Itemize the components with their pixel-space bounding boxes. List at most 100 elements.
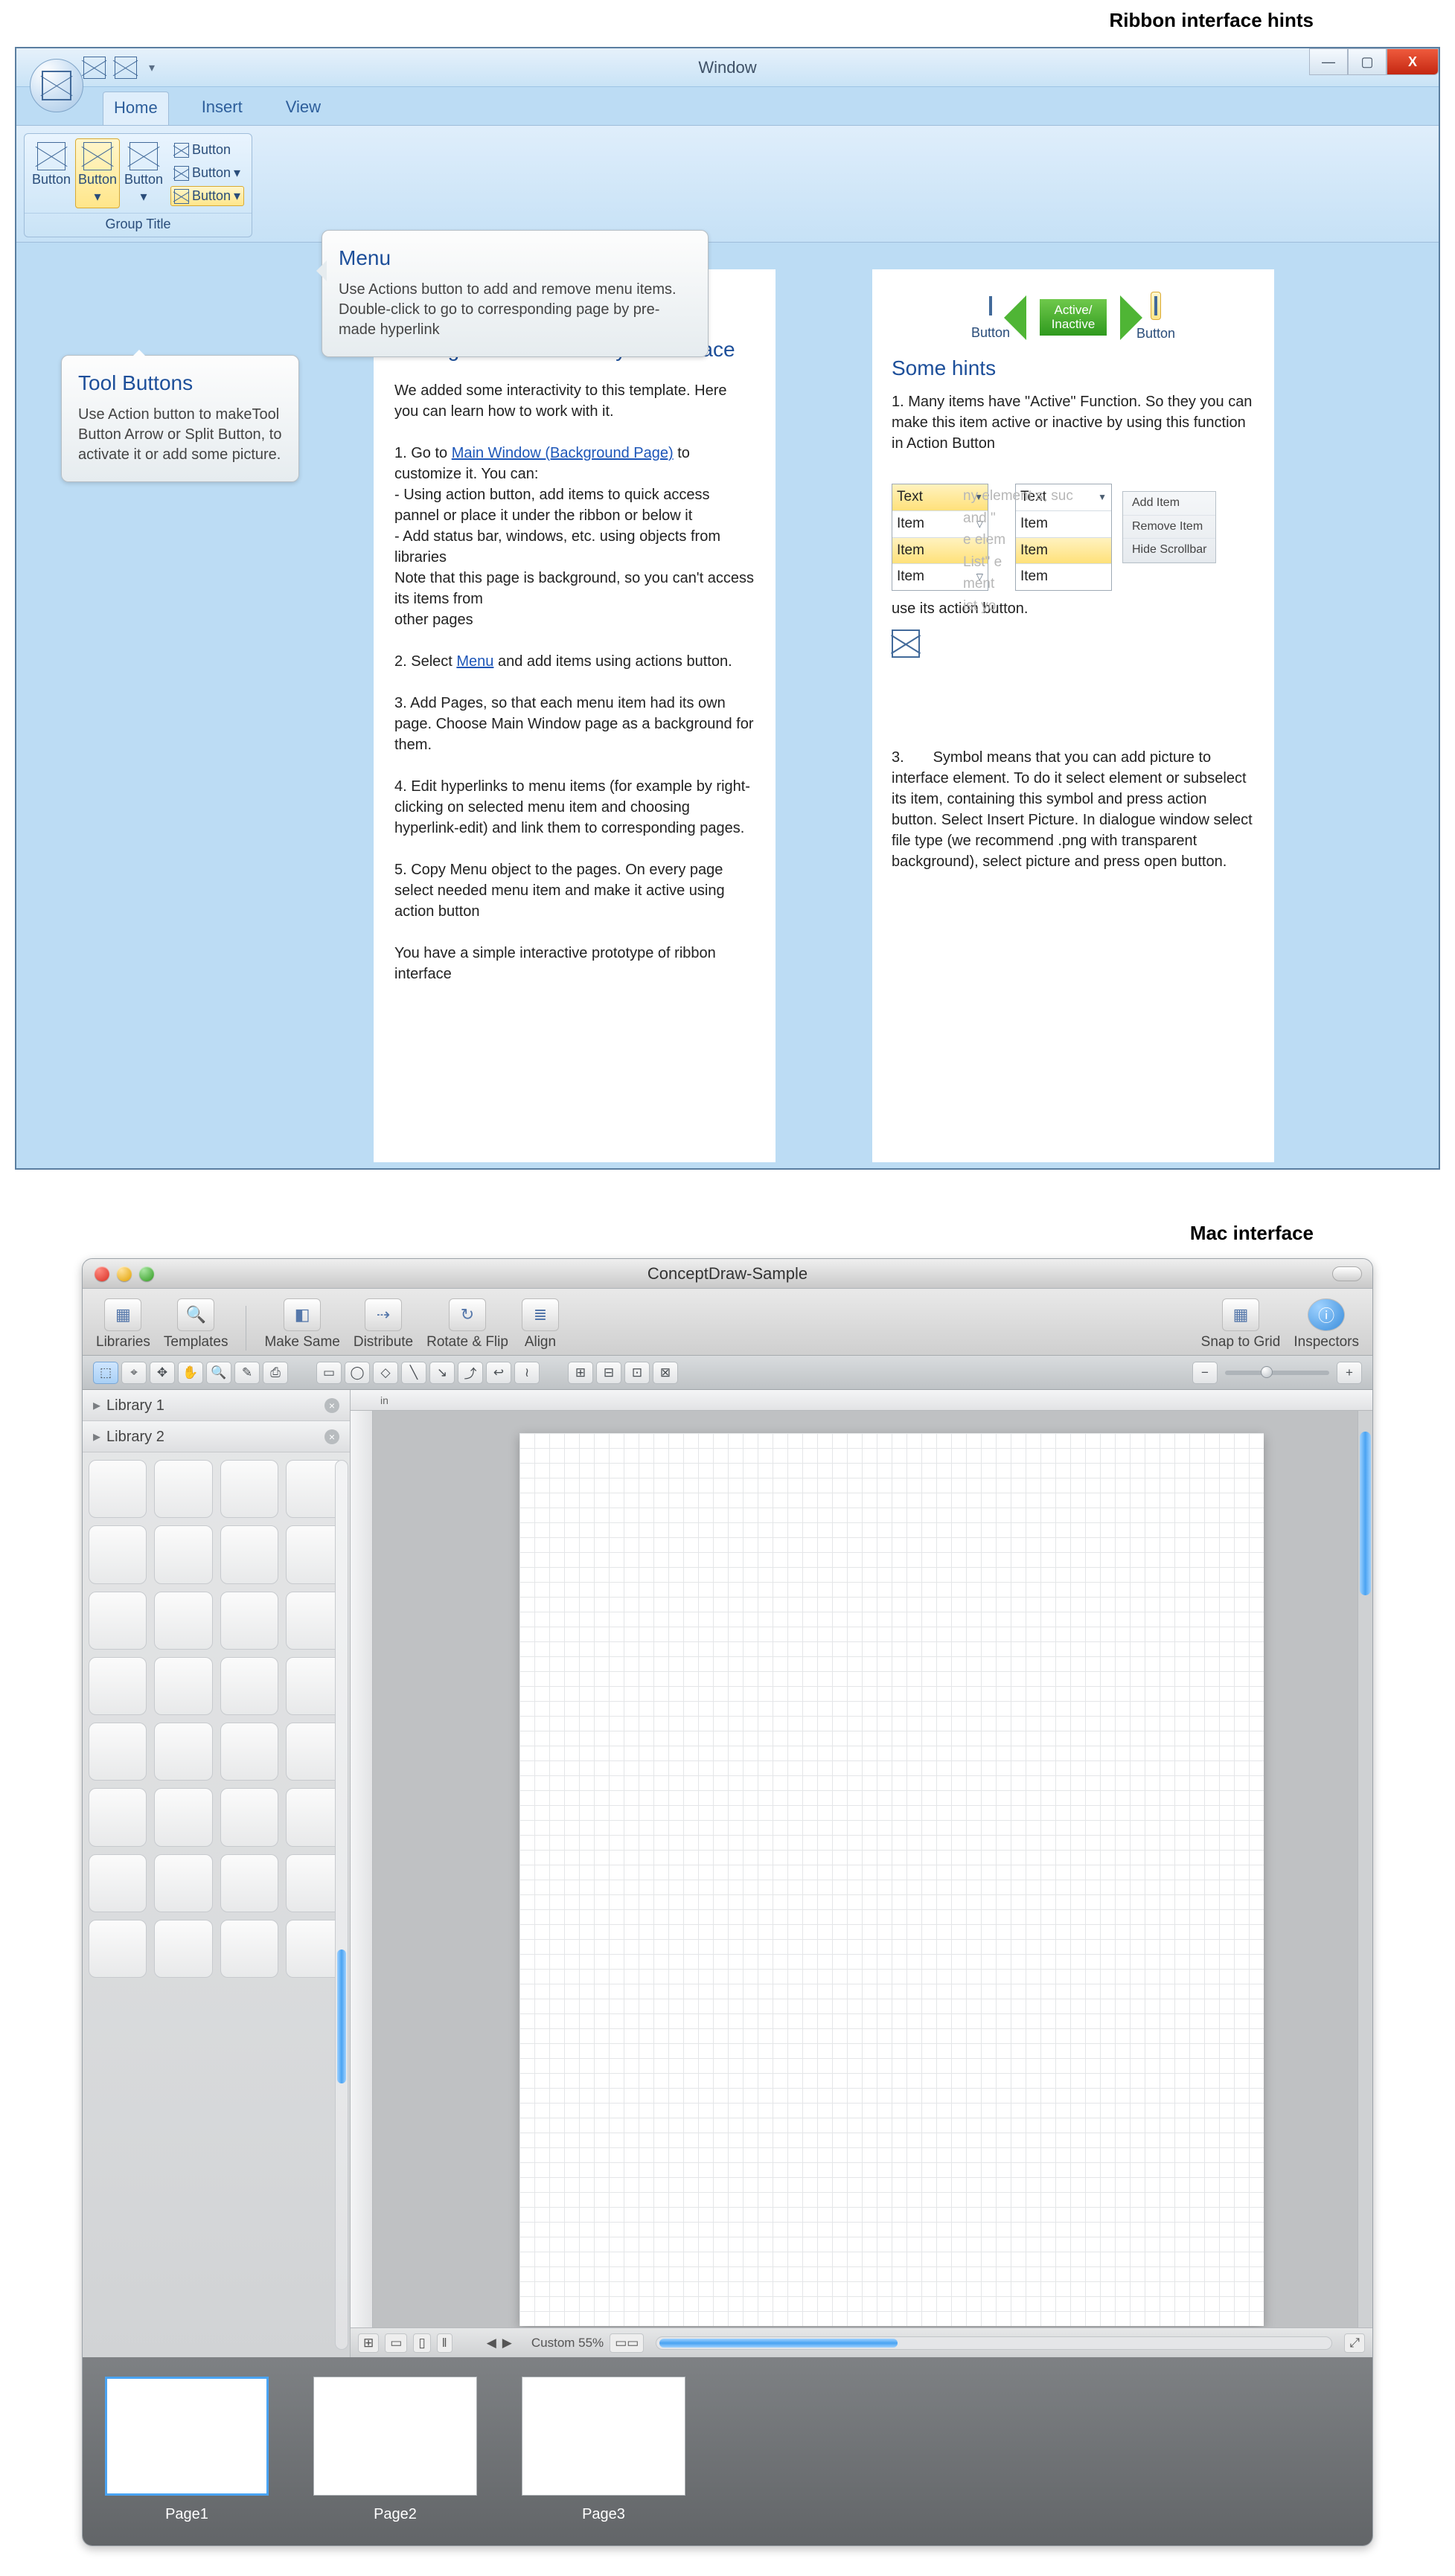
ribbon-mini-button[interactable]: Button: [170, 140, 244, 160]
strip-tool-button[interactable]: ⊟: [596, 1362, 621, 1384]
page-thumb[interactable]: Page3: [522, 2377, 685, 2523]
palette-shape[interactable]: [154, 1723, 212, 1781]
minimize-button[interactable]: [117, 1266, 132, 1281]
strip-tool-button[interactable]: ✋: [178, 1362, 203, 1384]
placeholder-icon[interactable]: [83, 57, 106, 79]
ribbon-big-button[interactable]: Button ▾: [121, 138, 166, 208]
close-icon[interactable]: ×: [324, 1429, 339, 1444]
strip-tool-button[interactable]: ⌖: [121, 1362, 147, 1384]
combo-item[interactable]: Item: [1020, 541, 1048, 561]
palette-shape[interactable]: [220, 1788, 278, 1846]
scrollbar[interactable]: [656, 2336, 1332, 2350]
tb-distribute[interactable]: ⇢Distribute: [354, 1298, 413, 1351]
strip-tool-button[interactable]: ◯: [345, 1362, 370, 1384]
tb-align[interactable]: ≣Align: [522, 1298, 559, 1351]
paper-area[interactable]: [373, 1411, 1372, 2327]
palette-shape[interactable]: [89, 1592, 147, 1650]
close-button[interactable]: X: [1387, 48, 1439, 75]
palette-shape[interactable]: [220, 1657, 278, 1715]
strip-tool-button[interactable]: ◇: [373, 1362, 398, 1384]
zoom-in-button[interactable]: +: [1337, 1362, 1362, 1384]
library-row[interactable]: ▸Library 1 ×: [83, 1390, 350, 1421]
strip-tool-button[interactable]: 🔍: [206, 1362, 231, 1384]
status-seg[interactable]: ⤢: [1344, 2333, 1365, 2353]
palette-shape[interactable]: [154, 1657, 212, 1715]
minimize-button[interactable]: —: [1309, 48, 1348, 75]
ctx-add-item[interactable]: Add Item: [1123, 492, 1215, 515]
view-mode[interactable]: ▭▭: [610, 2333, 644, 2353]
maximize-button[interactable]: ▢: [1348, 48, 1387, 75]
slider-thumb[interactable]: [1261, 1366, 1273, 1378]
palette-shape[interactable]: [154, 1460, 212, 1518]
ctx-hide-scrollbar[interactable]: Hide Scrollbar: [1123, 539, 1215, 562]
strip-tool-button[interactable]: ╲: [401, 1362, 426, 1384]
scrollbar-thumb[interactable]: [1360, 1432, 1371, 1595]
ribbon-mini-button[interactable]: Button ▾: [170, 163, 244, 183]
palette-shape[interactable]: [89, 1657, 147, 1715]
strip-tool-button[interactable]: ✥: [150, 1362, 175, 1384]
tb-snap-to-grid[interactable]: ▦Snap to Grid: [1201, 1298, 1281, 1351]
scrollbar[interactable]: [335, 1460, 348, 2350]
palette-shape[interactable]: [89, 1723, 147, 1781]
link-menu[interactable]: Menu: [456, 653, 493, 670]
palette-shape[interactable]: [154, 1525, 212, 1583]
nav-prev[interactable]: ◀: [487, 2336, 496, 2351]
palette-shape[interactable]: [220, 1460, 278, 1518]
ribbon-big-button[interactable]: Button ▾: [75, 138, 120, 208]
tb-libraries[interactable]: ▦Libraries: [96, 1298, 150, 1351]
tb-rotate-flip[interactable]: ↻Rotate & Flip: [426, 1298, 508, 1351]
tb-make-same[interactable]: ◧Make Same: [264, 1298, 339, 1351]
zoom-out-button[interactable]: −: [1192, 1362, 1218, 1384]
strip-tool-button[interactable]: ≀: [514, 1362, 540, 1384]
status-seg[interactable]: ▭: [385, 2333, 407, 2353]
strip-tool-button[interactable]: ⊞: [568, 1362, 593, 1384]
combo-box[interactable]: Text▼ Item▽ Item Item▽: [892, 484, 988, 590]
ribbon-tab-view[interactable]: View: [275, 92, 331, 125]
tb-inspectors[interactable]: ⓘInspectors: [1293, 1298, 1359, 1351]
library-row[interactable]: ▸Library 2 ×: [83, 1421, 350, 1452]
context-menu[interactable]: Add Item Remove Item Hide Scrollbar: [1122, 491, 1216, 563]
link-main-window[interactable]: Main Window (Background Page): [452, 445, 674, 461]
status-seg[interactable]: ‖: [437, 2333, 453, 2353]
combo-item[interactable]: Item: [897, 567, 924, 587]
combo-item[interactable]: Item: [897, 514, 924, 534]
palette-shape[interactable]: [154, 1788, 212, 1846]
zoom-slider[interactable]: − +: [1192, 1362, 1362, 1384]
ribbon-big-button[interactable]: Button: [29, 138, 74, 208]
scrollbar-thumb[interactable]: [659, 2339, 898, 2348]
palette-shape[interactable]: [89, 1788, 147, 1846]
strip-tool-button[interactable]: ▭: [316, 1362, 342, 1384]
combo-item[interactable]: Item: [897, 541, 924, 561]
combo-item[interactable]: Item: [1020, 514, 1048, 534]
placeholder-icon[interactable]: [115, 57, 137, 79]
ribbon-mini-button[interactable]: Button ▾: [170, 186, 244, 206]
combo-item[interactable]: Item: [1020, 567, 1048, 587]
page-thumb[interactable]: Page2: [313, 2377, 477, 2523]
strip-tool-button[interactable]: ⬚: [93, 1362, 118, 1384]
palette-shape[interactable]: [89, 1525, 147, 1583]
slider-track[interactable]: [1225, 1371, 1329, 1375]
drawing-page[interactable]: [519, 1433, 1264, 2326]
strip-tool-button[interactable]: ⤴: [458, 1362, 483, 1384]
strip-tool-button[interactable]: ↘: [429, 1362, 455, 1384]
palette-shape[interactable]: [220, 1854, 278, 1912]
tb-templates[interactable]: 🔍Templates: [164, 1298, 228, 1351]
close-icon[interactable]: ×: [324, 1398, 339, 1413]
close-button[interactable]: [95, 1266, 109, 1281]
status-seg[interactable]: ▯: [413, 2333, 430, 2353]
palette-shape[interactable]: [89, 1854, 147, 1912]
strip-tool-button[interactable]: ⊠: [653, 1362, 678, 1384]
strip-tool-button[interactable]: ✎: [234, 1362, 260, 1384]
scrollbar[interactable]: [1358, 1411, 1372, 2327]
ribbon-tab-home[interactable]: Home: [103, 92, 169, 125]
app-orb[interactable]: [30, 59, 83, 112]
palette-shape[interactable]: [89, 1460, 147, 1518]
status-seg[interactable]: ⊞: [358, 2333, 379, 2353]
zoom-button[interactable]: [139, 1266, 154, 1281]
page-thumb[interactable]: Page1: [105, 2377, 269, 2523]
qat-customize-caret[interactable]: ▾: [146, 60, 158, 75]
palette-shape[interactable]: [154, 1920, 212, 1978]
toolbar-toggle-pill[interactable]: [1332, 1266, 1362, 1281]
palette-shape[interactable]: [220, 1723, 278, 1781]
palette-shape[interactable]: [154, 1854, 212, 1912]
